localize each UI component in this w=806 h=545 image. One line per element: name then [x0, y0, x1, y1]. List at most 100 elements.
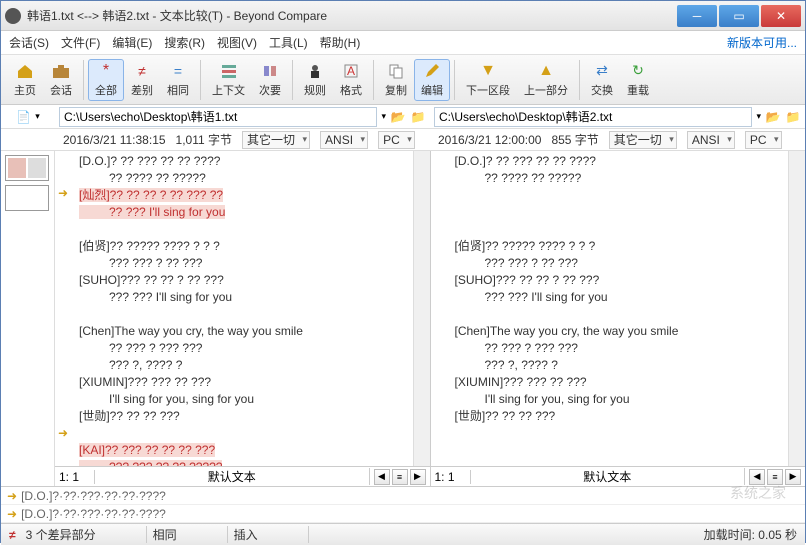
- diff-arrow-icon: ➜: [58, 186, 72, 200]
- status-bar: ≠ 3 个差异部分 相同 插入 加载时间: 0.05 秒: [1, 523, 805, 545]
- not-equal-icon: ≠: [9, 528, 16, 542]
- title-bar: 韩语1.txt <--> 韩语2.txt - 文本比较(T) - Beyond …: [1, 1, 805, 31]
- left-marker-gutter: ➜ ➜: [55, 151, 75, 466]
- referee-icon: [305, 62, 325, 80]
- right-marker-gutter: [431, 151, 451, 466]
- briefcase-icon: [51, 62, 71, 80]
- maximize-button[interactable]: ▭: [719, 5, 759, 27]
- nav-right-button[interactable]: ▶: [410, 469, 426, 485]
- right-pane: [D.O.]? ?? ??? ?? ?? ???? ?? ???? ?? ???…: [431, 151, 806, 486]
- nav-list-button[interactable]: ≡: [767, 469, 783, 485]
- window-title: 韩语1.txt <--> 韩语2.txt - 文本比较(T) - Beyond …: [27, 7, 675, 24]
- format-icon: A: [341, 62, 361, 80]
- nav-right-button[interactable]: ▶: [785, 469, 801, 485]
- menu-search[interactable]: 搜索(R): [164, 34, 205, 51]
- toolbar: 主页 会话 *全部 ≠差别 =相同 上下文 次要 规则 A格式 复制 编辑 ▼下…: [1, 55, 805, 105]
- right-cursor-pos: 1: 1: [431, 470, 471, 484]
- left-pane-status: 1: 1 默认文本 ◀ ≡ ▶: [55, 466, 430, 486]
- arrow-down-icon: ▼: [478, 62, 498, 80]
- reload-icon: ↻: [628, 62, 648, 80]
- left-platform-combo[interactable]: PC: [378, 131, 415, 149]
- tb-home[interactable]: 主页: [7, 59, 43, 101]
- menu-view[interactable]: 视图(V): [217, 34, 257, 51]
- tb-all[interactable]: *全部: [88, 59, 124, 101]
- minimize-button[interactable]: ─: [677, 5, 717, 27]
- update-link[interactable]: 新版本可用...: [727, 34, 797, 51]
- svg-text:A: A: [347, 64, 355, 78]
- tb-reload[interactable]: ↻重载: [620, 59, 656, 101]
- merged-row: ➜[D.O.]?·??·???·??·??·????: [1, 487, 805, 505]
- doc-icon: 📄: [16, 110, 31, 124]
- equal-icon: =: [168, 62, 188, 80]
- left-mode: 默认文本: [95, 468, 370, 485]
- status-same: 相同: [147, 526, 228, 543]
- merged-lines: ➜[D.O.]?·??·???·??·??·???? ➜[D.O.]?·??·?…: [1, 486, 805, 523]
- left-enc-combo[interactable]: ANSI: [320, 131, 368, 149]
- left-date: 2016/3/21 11:38:15: [63, 133, 166, 147]
- tb-rules[interactable]: 规则: [297, 59, 333, 101]
- nav-left-button[interactable]: ◀: [374, 469, 390, 485]
- thumbnail[interactable]: [5, 155, 49, 181]
- tb-session[interactable]: 会话: [43, 59, 79, 101]
- right-other-combo[interactable]: 其它一切: [609, 131, 677, 149]
- menu-session[interactable]: 会话(S): [9, 34, 49, 51]
- home-icon: [15, 62, 35, 80]
- tb-diff[interactable]: ≠差别: [124, 59, 160, 101]
- tb-copy[interactable]: 复制: [378, 59, 414, 101]
- browse-icon[interactable]: 📁: [785, 109, 801, 125]
- left-cursor-pos: 1: 1: [55, 470, 95, 484]
- menu-tools[interactable]: 工具(L): [269, 34, 308, 51]
- right-platform-combo[interactable]: PC: [745, 131, 782, 149]
- tb-minor[interactable]: 次要: [252, 59, 288, 101]
- menu-bar: 会话(S) 文件(F) 编辑(E) 搜索(R) 视图(V) 工具(L) 帮助(H…: [1, 31, 805, 55]
- menu-file[interactable]: 文件(F): [61, 34, 100, 51]
- tb-swap[interactable]: ⇄交换: [584, 59, 620, 101]
- dropdown-icon[interactable]: ▾: [35, 111, 40, 122]
- not-equal-icon: ≠: [132, 62, 152, 80]
- compare-area: ➜ ➜ [D.O.]? ?? ??? ?? ?? ???? ?? ???? ??…: [1, 151, 805, 486]
- folder-open-icon[interactable]: 📂: [765, 109, 781, 125]
- tb-context[interactable]: 上下文: [205, 59, 252, 101]
- diff-arrow-icon: ➜: [58, 426, 72, 440]
- pencil-icon: [422, 62, 442, 80]
- left-code[interactable]: [D.O.]? ?? ??? ?? ?? ???? ?? ???? ?? ???…: [75, 151, 413, 466]
- menu-help[interactable]: 帮助(H): [320, 34, 361, 51]
- path-bar: 📄 ▾ ▾ 📂 📁 ▾ 📂 📁: [1, 105, 805, 129]
- tb-next-section[interactable]: ▼下一区段: [459, 59, 517, 101]
- merged-row: ➜[D.O.]?·??·???·??·??·????: [1, 505, 805, 523]
- minor-icon: [260, 62, 280, 80]
- right-enc-combo[interactable]: ANSI: [687, 131, 735, 149]
- right-path-input[interactable]: [434, 107, 752, 127]
- right-code[interactable]: [D.O.]? ?? ??? ?? ?? ???? ?? ???? ?? ???…: [451, 151, 789, 466]
- tb-edit[interactable]: 编辑: [414, 59, 450, 101]
- folder-open-icon[interactable]: 📂: [390, 109, 406, 125]
- tb-format[interactable]: A格式: [333, 59, 369, 101]
- status-diffs: 3 个差异部分: [20, 526, 147, 543]
- left-vscroll[interactable]: [413, 151, 430, 466]
- nav-left-button[interactable]: ◀: [749, 469, 765, 485]
- swap-icon: ⇄: [592, 62, 612, 80]
- tb-prev-section[interactable]: ▲上一部分: [517, 59, 575, 101]
- arrow-up-icon: ▲: [536, 62, 556, 80]
- right-size: 855 字节: [551, 131, 598, 148]
- close-button[interactable]: ✕: [761, 5, 801, 27]
- info-bar: 2016/3/21 11:38:15 1,011 字节 其它一切 ANSI PC…: [1, 129, 805, 151]
- tb-same[interactable]: =相同: [160, 59, 196, 101]
- thumbnail-strip: [1, 151, 55, 486]
- status-load-time: 加载时间: 0.05 秒: [704, 526, 797, 543]
- right-vscroll[interactable]: [788, 151, 805, 466]
- menu-edit[interactable]: 编辑(E): [112, 34, 152, 51]
- browse-icon[interactable]: 📁: [410, 109, 426, 125]
- copy-icon: [386, 62, 406, 80]
- dropdown-icon[interactable]: ▾: [381, 111, 386, 122]
- arrow-icon: ➜: [7, 507, 17, 521]
- dropdown-icon[interactable]: ▾: [756, 111, 761, 122]
- thumbnail[interactable]: [5, 185, 49, 211]
- nav-list-button[interactable]: ≡: [392, 469, 408, 485]
- app-icon: [5, 8, 21, 24]
- right-date: 2016/3/21 12:00:00: [438, 133, 541, 147]
- left-other-combo[interactable]: 其它一切: [242, 131, 310, 149]
- left-pane: ➜ ➜ [D.O.]? ?? ??? ?? ?? ???? ?? ???? ??…: [55, 151, 431, 486]
- left-path-input[interactable]: [59, 107, 377, 127]
- right-mode: 默认文本: [471, 468, 746, 485]
